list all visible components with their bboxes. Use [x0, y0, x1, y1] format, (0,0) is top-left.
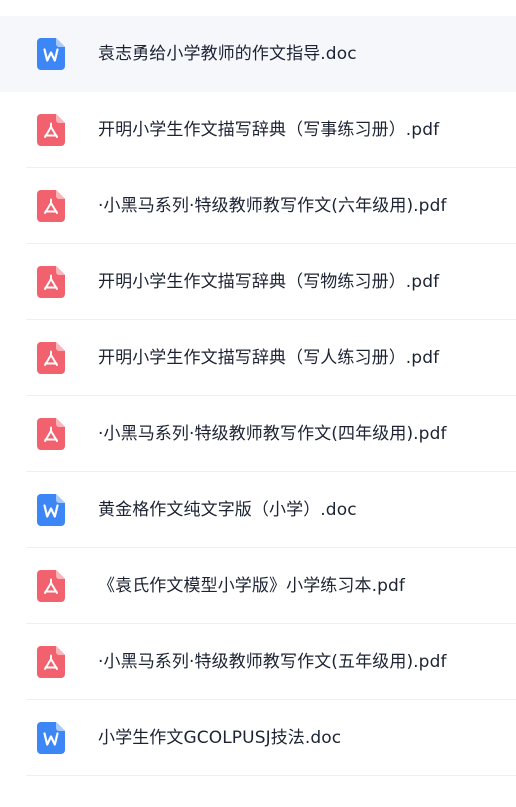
file-name: 开明小学生作文描写辞典（写人练习册）.pdf — [98, 348, 440, 368]
file-row[interactable]: ·小黑马系列·特级教师教写作文(四年级用).pdf — [0, 396, 516, 472]
pdf-icon — [37, 646, 65, 678]
file-row[interactable]: 袁志勇给小学教师的作文指导.doc — [0, 16, 516, 92]
pdf-icon — [37, 570, 65, 602]
file-name: ·小黑马系列·特级教师教写作文(四年级用).pdf — [98, 424, 447, 444]
file-name: 开明小学生作文描写辞典（写事练习册）.pdf — [98, 120, 440, 140]
pdf-icon — [37, 114, 65, 146]
file-row[interactable]: 黄金格作文纯文字版（小学）.doc — [0, 472, 516, 548]
file-name: 《袁氏作文模型小学版》小学练习本.pdf — [98, 576, 405, 596]
file-row[interactable]: ·小黑马系列·特级教师教写作文(六年级用).pdf — [0, 168, 516, 244]
file-row[interactable]: ·小黑马系列·特级教师教写作文(五年级用).pdf — [0, 624, 516, 700]
pdf-icon — [37, 190, 65, 222]
file-name: 黄金格作文纯文字版（小学）.doc — [98, 500, 357, 520]
word-doc-icon — [37, 722, 65, 754]
file-name: 小学生作文GCOLPUSJ技法.doc — [98, 728, 342, 748]
file-name: ·小黑马系列·特级教师教写作文(五年级用).pdf — [98, 652, 447, 672]
pdf-icon — [37, 342, 65, 374]
file-name: 开明小学生作文描写辞典（写物练习册）.pdf — [98, 272, 440, 292]
file-name: 袁志勇给小学教师的作文指导.doc — [98, 44, 357, 64]
pdf-icon — [37, 418, 65, 450]
file-row[interactable]: 《袁氏作文模型小学版》小学练习本.pdf — [0, 548, 516, 624]
file-row[interactable]: 开明小学生作文描写辞典（写物练习册）.pdf — [0, 244, 516, 320]
file-row[interactable]: 小学生作文GCOLPUSJ技法.doc — [0, 700, 516, 776]
file-name: ·小黑马系列·特级教师教写作文(六年级用).pdf — [98, 196, 447, 216]
file-row[interactable]: 开明小学生作文描写辞典（写人练习册）.pdf — [0, 320, 516, 396]
word-doc-icon — [37, 494, 65, 526]
file-list: 袁志勇给小学教师的作文指导.doc 开明小学生作文描写辞典（写事练习册）.pdf… — [0, 0, 516, 807]
word-doc-icon — [37, 38, 65, 70]
pdf-icon — [37, 266, 65, 298]
file-row[interactable]: 开明小学生作文描写辞典（写事练习册）.pdf — [0, 92, 516, 168]
